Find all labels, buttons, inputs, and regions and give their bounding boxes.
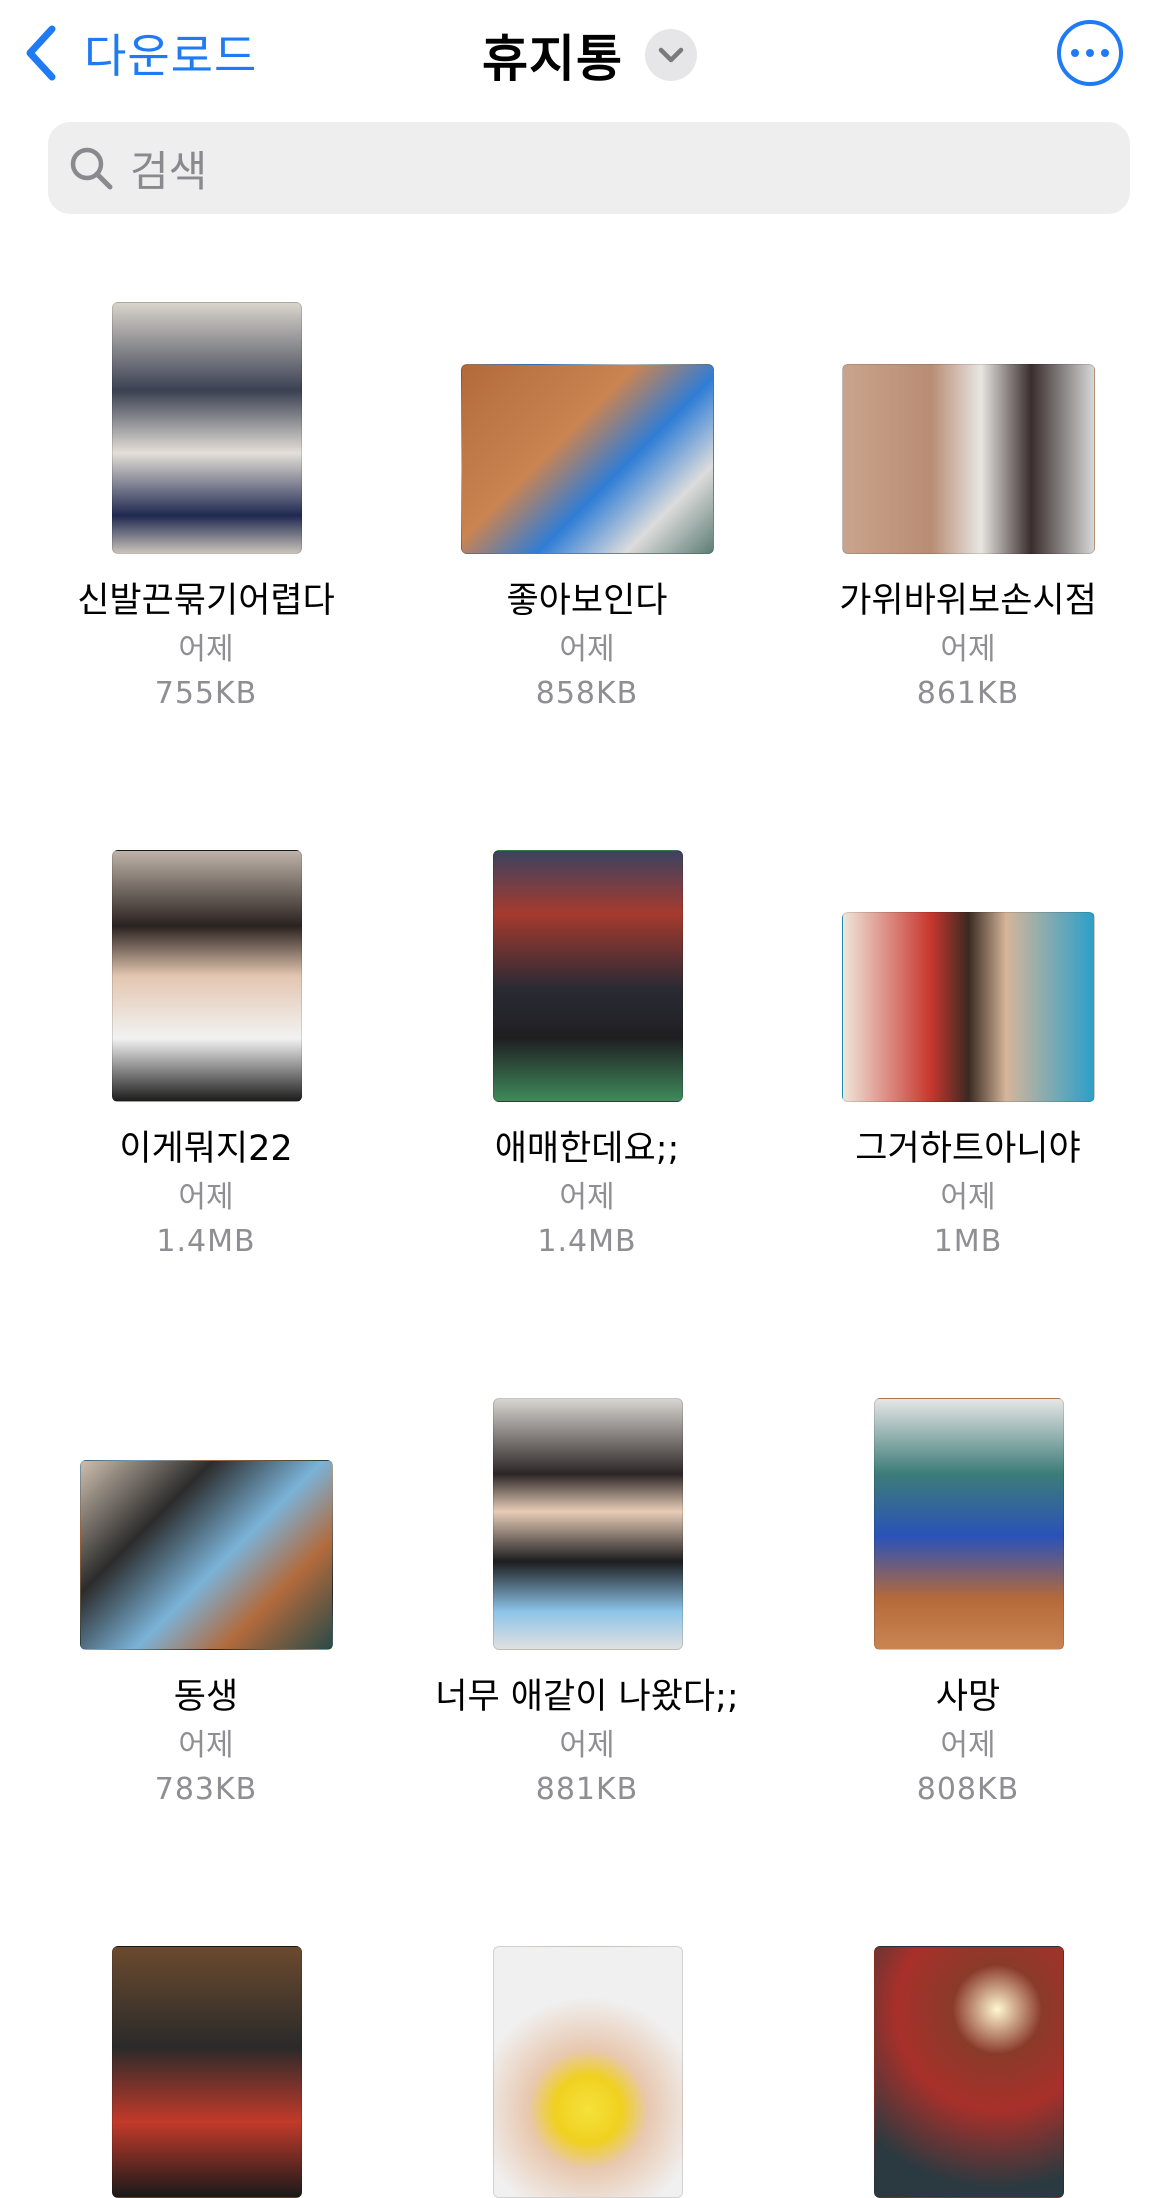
file-size: 755KB bbox=[154, 676, 258, 711]
file-thumbnail-area bbox=[778, 1944, 1153, 2198]
file-date: 어제 bbox=[178, 632, 234, 667]
file-size: 1.4MB bbox=[156, 1224, 256, 1259]
file-name: 너무 애같이 나왔다;; bbox=[435, 1677, 739, 1717]
photo-thumbnail[interactable] bbox=[842, 364, 1095, 554]
file-date: 어제 bbox=[559, 1728, 615, 1763]
file-date: 어제 bbox=[559, 1180, 615, 1215]
file-thumbnail-area bbox=[397, 300, 777, 554]
file-grid: 신발끈묶기어렵다 어제 755KB 좋아보인다 어제 858KB 가위바위보손시… bbox=[0, 0, 1153, 2198]
file-thumbnail-area bbox=[778, 848, 1153, 1102]
photo-thumbnail[interactable] bbox=[493, 1946, 683, 2198]
file-thumbnail-area bbox=[16, 300, 396, 554]
photo-thumbnail[interactable] bbox=[80, 1460, 333, 1650]
file-size: 808KB bbox=[916, 1772, 1020, 1807]
photo-thumbnail[interactable] bbox=[112, 1946, 302, 2198]
file-thumbnail-area bbox=[778, 1396, 1153, 1650]
file-date: 어제 bbox=[940, 1180, 996, 1215]
file-size: 861KB bbox=[916, 676, 1020, 711]
file-name: 그거하트아니야 bbox=[855, 1129, 1081, 1169]
file-name: 이게뭐지22 bbox=[119, 1129, 293, 1169]
photo-thumbnail[interactable] bbox=[112, 850, 302, 1102]
file-size: 858KB bbox=[535, 676, 639, 711]
file-date: 어제 bbox=[940, 632, 996, 667]
file-size: 1.4MB bbox=[537, 1224, 637, 1259]
photo-thumbnail[interactable] bbox=[493, 850, 683, 1102]
file-size: 1MB bbox=[933, 1224, 1003, 1259]
file-thumbnail-area bbox=[397, 848, 777, 1102]
file-thumbnail-area bbox=[16, 848, 396, 1102]
photo-thumbnail[interactable] bbox=[842, 912, 1095, 1102]
file-name: 동생 bbox=[173, 1677, 239, 1717]
file-date: 어제 bbox=[940, 1728, 996, 1763]
file-thumbnail-area bbox=[397, 1396, 777, 1650]
file-name: 애매한데요;; bbox=[494, 1129, 680, 1169]
file-thumbnail-area bbox=[397, 1944, 777, 2198]
file-size: 783KB bbox=[154, 1772, 258, 1807]
file-size: 881KB bbox=[535, 1772, 639, 1807]
file-date: 어제 bbox=[178, 1180, 234, 1215]
photo-thumbnail[interactable] bbox=[874, 1946, 1064, 2198]
file-thumbnail-area bbox=[16, 1396, 396, 1650]
file-thumbnail-area bbox=[16, 1944, 396, 2198]
file-name: 사망 bbox=[935, 1677, 1001, 1717]
photo-thumbnail[interactable] bbox=[112, 302, 302, 554]
file-date: 어제 bbox=[559, 632, 615, 667]
file-thumbnail-area bbox=[778, 300, 1153, 554]
file-name: 좋아보인다 bbox=[506, 581, 668, 621]
photo-thumbnail[interactable] bbox=[493, 1398, 683, 1650]
file-name: 신발끈묶기어렵다 bbox=[77, 581, 335, 621]
file-date: 어제 bbox=[178, 1728, 234, 1763]
photo-thumbnail[interactable] bbox=[461, 364, 714, 554]
photo-thumbnail[interactable] bbox=[874, 1398, 1064, 1650]
file-name: 가위바위보손시점 bbox=[839, 581, 1097, 621]
